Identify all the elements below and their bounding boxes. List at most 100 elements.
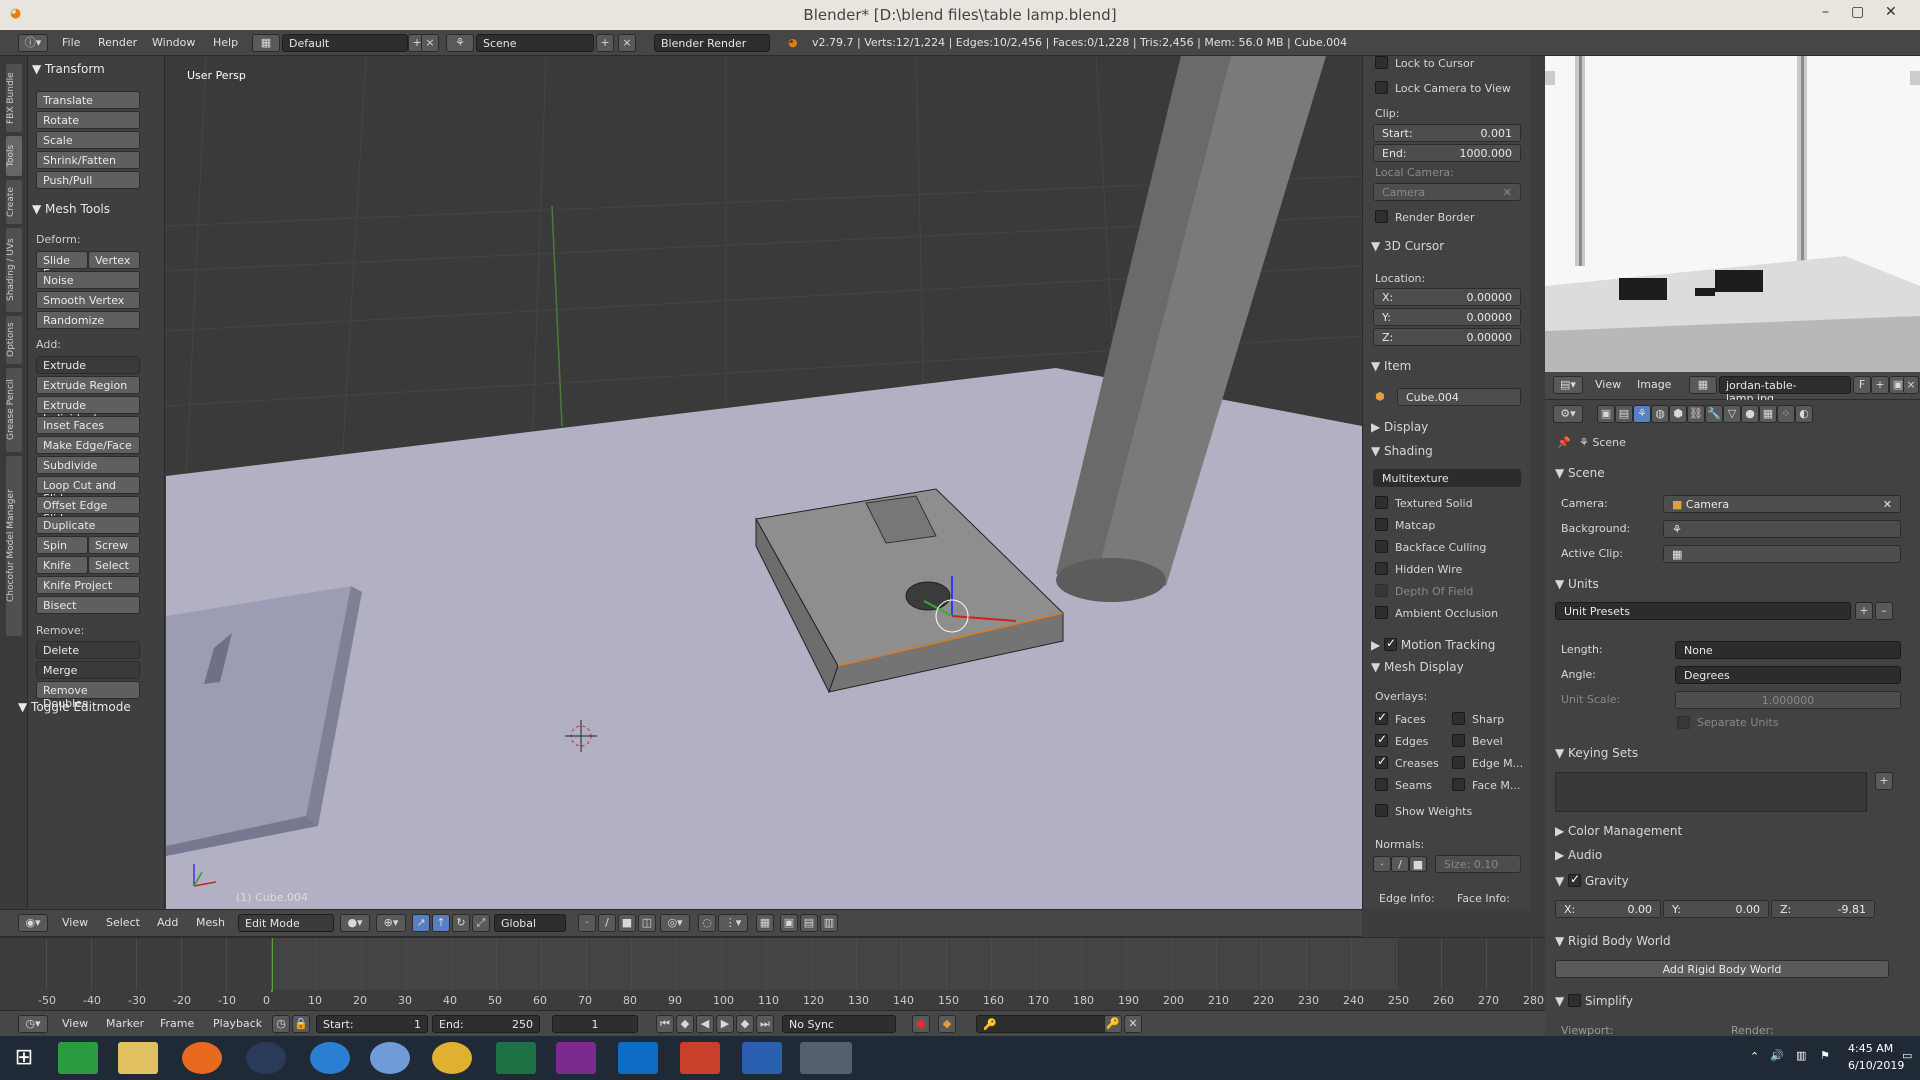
merge-menu[interactable]: Merge bbox=[36, 661, 140, 679]
mode-select[interactable]: Edit Mode bbox=[238, 914, 334, 932]
render-engine-select[interactable]: Blender Render bbox=[654, 34, 770, 52]
rotate-manipulator-icon[interactable]: ↻ bbox=[452, 914, 470, 932]
menu-mesh[interactable]: Mesh bbox=[196, 916, 225, 929]
scene-camera-field[interactable]: ■ Camera ✕ bbox=[1663, 495, 1901, 513]
textured-solid-checkbox[interactable] bbox=[1375, 496, 1388, 509]
tab-modifiers-icon[interactable]: 🔧 bbox=[1705, 405, 1723, 423]
slide-edge-button[interactable]: Slide E.. bbox=[36, 251, 88, 280]
edges-checkbox[interactable] bbox=[1375, 732, 1388, 747]
record-icon[interactable]: ● bbox=[912, 1015, 930, 1033]
local-camera-field[interactable]: Camera ✕ bbox=[1373, 183, 1521, 201]
bisect-button[interactable]: Bisect bbox=[36, 596, 140, 614]
tab-render-icon[interactable]: ▣ bbox=[1597, 405, 1615, 423]
panel-motion-tracking[interactable]: ▶ Motion Tracking bbox=[1371, 636, 1495, 652]
viewport-shading-icon[interactable]: ●▾ bbox=[340, 914, 370, 932]
image-editor[interactable] bbox=[1545, 56, 1920, 372]
translate-manipulator-icon[interactable]: ↑ bbox=[432, 914, 450, 932]
remove-doubles-button[interactable]: Remove Doubles bbox=[36, 681, 140, 710]
face-select-icon[interactable]: ■ bbox=[618, 914, 636, 932]
start-frame-field[interactable]: Start: 1 bbox=[316, 1015, 428, 1033]
preview-range-icon[interactable]: ◷ bbox=[272, 1015, 290, 1033]
cursor-z-field[interactable]: Z: 0.00000 bbox=[1373, 328, 1521, 346]
loop-cut-button[interactable]: Loop Cut and Slide bbox=[36, 476, 140, 505]
snap-element-icon[interactable]: ⋮▾ bbox=[718, 914, 748, 932]
menu-help[interactable]: Help bbox=[213, 36, 238, 49]
pivot-point-icon[interactable]: ⊕▾ bbox=[376, 914, 406, 932]
clock-date[interactable]: 6/10/2019 bbox=[1848, 1059, 1904, 1072]
add-scene-button[interactable]: + bbox=[596, 34, 614, 52]
sharp-checkbox[interactable] bbox=[1452, 712, 1465, 725]
normals-size-field[interactable]: Size: 0.10 bbox=[1435, 855, 1521, 873]
seams-checkbox[interactable] bbox=[1375, 778, 1388, 791]
vertex-select-icon[interactable]: · bbox=[578, 914, 596, 932]
chromium-icon[interactable] bbox=[370, 1042, 410, 1074]
creases-checkbox[interactable] bbox=[1375, 754, 1388, 769]
panel-3d-cursor[interactable]: ▼ 3D Cursor bbox=[1371, 239, 1444, 253]
remove-layout-button[interactable]: × bbox=[421, 34, 439, 52]
image-scroll-left[interactable] bbox=[1545, 71, 1555, 85]
menu-view[interactable]: View bbox=[62, 916, 88, 929]
timeline[interactable]: -50 -40 -30 -20 -10 0 10 20 30 40 50 60 70 80 90 100 110… bbox=[0, 937, 1545, 1011]
menu-window[interactable]: Window bbox=[152, 36, 195, 49]
tab-physics-icon[interactable]: ◐ bbox=[1795, 405, 1813, 423]
editor-type-3d-icon[interactable]: ◉▾ bbox=[18, 914, 48, 932]
item-name-field[interactable]: Cube.004 bbox=[1397, 388, 1521, 406]
scene-icon[interactable]: ⚘ bbox=[446, 34, 474, 52]
tab-shading-uvs[interactable]: Shading / UVs bbox=[6, 228, 22, 312]
transform-orientation-select[interactable]: Global bbox=[494, 914, 566, 932]
menu-file[interactable]: File bbox=[62, 36, 80, 49]
current-frame-field[interactable]: 1 bbox=[552, 1015, 638, 1033]
tab-constraints-icon[interactable]: ⛓ bbox=[1687, 405, 1705, 423]
tab-texture-icon[interactable]: ▦ bbox=[1759, 405, 1777, 423]
powerpoint-icon[interactable] bbox=[680, 1042, 720, 1074]
editor-type-info-icon[interactable]: ⓘ▾ bbox=[18, 34, 48, 52]
shrink-fatten-button[interactable]: Shrink/Fatten bbox=[36, 151, 140, 169]
remove-unit-preset-button[interactable]: – bbox=[1875, 602, 1893, 620]
edge-marks-checkbox[interactable] bbox=[1452, 756, 1465, 769]
noise-button[interactable]: Noise bbox=[36, 271, 140, 289]
snap-target-icon[interactable]: ▦ bbox=[756, 914, 774, 932]
length-select[interactable]: None bbox=[1675, 641, 1901, 659]
volume-icon[interactable]: 🔊 bbox=[1770, 1049, 1784, 1062]
lock-camera-checkbox[interactable] bbox=[1375, 81, 1388, 94]
panel-units[interactable]: ▼ Units bbox=[1555, 577, 1599, 591]
separate-units-checkbox[interactable] bbox=[1677, 716, 1690, 729]
menu-marker[interactable]: Marker bbox=[106, 1017, 144, 1030]
matcap-checkbox[interactable] bbox=[1375, 518, 1388, 531]
extrude-menu[interactable]: Extrude bbox=[36, 356, 140, 374]
store-app-icon[interactable] bbox=[58, 1042, 98, 1074]
spin-button[interactable]: Spin bbox=[36, 536, 88, 554]
angle-select[interactable]: Degrees bbox=[1675, 666, 1901, 684]
steam-icon[interactable] bbox=[246, 1042, 286, 1074]
subdivide-button[interactable]: Subdivide bbox=[36, 456, 140, 474]
panel-keying-sets[interactable]: ▼ Keying Sets bbox=[1555, 746, 1638, 760]
sync-mode-select[interactable]: No Sync bbox=[782, 1015, 896, 1033]
panel-mesh-tools[interactable]: ▼ Mesh Tools bbox=[32, 202, 110, 216]
panel-item[interactable]: ▼ Item bbox=[1371, 359, 1411, 373]
depth-of-field-checkbox[interactable] bbox=[1375, 584, 1388, 597]
manipulator-toggle-icon[interactable]: ↗ bbox=[412, 914, 430, 932]
editor-type-image-icon[interactable]: ▤▾ bbox=[1553, 376, 1583, 394]
opengl-anim-icon[interactable]: ▤ bbox=[800, 914, 818, 932]
jump-start-icon[interactable]: ⏮ bbox=[656, 1015, 674, 1033]
knife-select-button[interactable]: Select bbox=[88, 556, 140, 574]
next-keyframe-icon[interactable]: ◆ bbox=[736, 1015, 754, 1033]
push-pull-button[interactable]: Push/Pull bbox=[36, 171, 140, 189]
background-field[interactable]: ⚘ bbox=[1663, 520, 1901, 538]
proportional-edit-icon[interactable]: ◎▾ bbox=[660, 914, 690, 932]
delete-menu[interactable]: Delete bbox=[36, 641, 140, 659]
layout-field[interactable]: Default bbox=[282, 34, 408, 52]
image-browse-icon[interactable]: ▦ bbox=[1689, 376, 1717, 394]
duplicate-button[interactable]: Duplicate bbox=[36, 516, 140, 534]
tab-tools[interactable]: Tools bbox=[6, 136, 22, 176]
bevel-checkbox[interactable] bbox=[1452, 734, 1465, 747]
tab-particles-icon[interactable]: ⁘ bbox=[1777, 405, 1795, 423]
panel-color-management[interactable]: ▶ Color Management bbox=[1555, 824, 1682, 838]
offset-edge-slide-button[interactable]: Offset Edge Slide bbox=[36, 496, 140, 525]
clip-end-field[interactable]: End: 1000.000 bbox=[1373, 144, 1521, 162]
action-center-icon[interactable]: ▭ bbox=[1902, 1049, 1912, 1062]
onenote-icon[interactable] bbox=[556, 1042, 596, 1074]
close-button[interactable]: ✕ bbox=[1885, 4, 1897, 20]
gravity-y-field[interactable]: Y: 0.00 bbox=[1663, 900, 1769, 918]
maximize-button[interactable]: ▢ bbox=[1851, 4, 1864, 20]
